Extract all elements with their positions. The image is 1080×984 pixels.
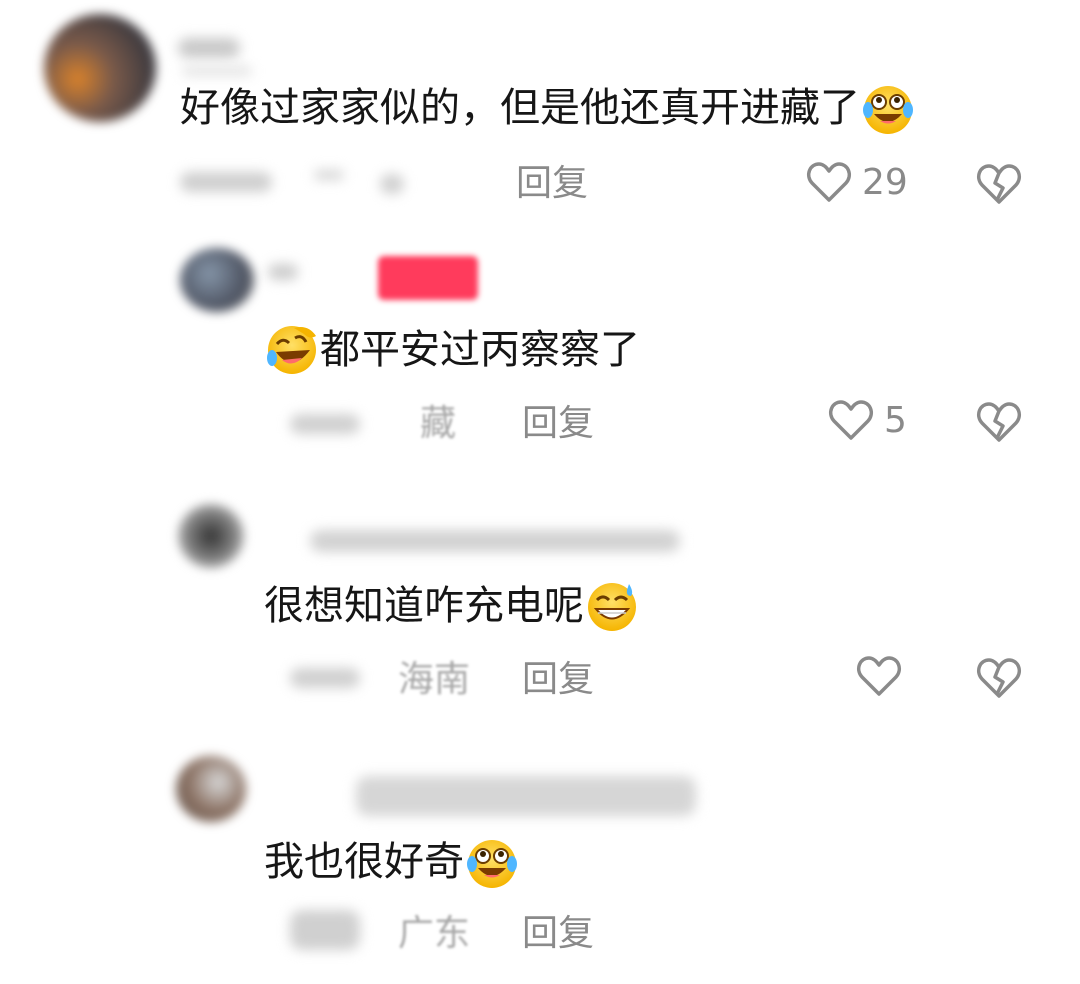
location: 藏 <box>420 403 457 444</box>
comment-text-content: 都平安过丙察察了 <box>320 327 640 373</box>
username[interactable] <box>268 264 298 280</box>
like-button[interactable] <box>856 654 912 698</box>
comment-text-content: 很想知道咋充电呢 <box>264 583 584 629</box>
heart-outline-icon <box>829 400 873 440</box>
heart-outline-icon <box>857 656 901 696</box>
username[interactable] <box>356 776 696 816</box>
post-time <box>290 910 360 950</box>
reply-button[interactable]: 回复 <box>516 162 588 206</box>
grinning-sweat-face-icon <box>588 583 636 631</box>
comment-text-content: 好像过家家似的，但是他还真开进藏了 <box>180 85 860 131</box>
comment-text: 很想知道咋充电呢 <box>264 578 640 634</box>
reply-button[interactable]: 回复 <box>522 912 594 956</box>
post-time <box>290 668 360 688</box>
avatar[interactable] <box>180 248 254 312</box>
location: 海南 <box>398 659 471 700</box>
like-button[interactable]: 5 <box>828 398 907 442</box>
post-time-part <box>380 174 404 194</box>
username[interactable] <box>310 530 680 552</box>
username[interactable] <box>178 38 240 58</box>
avatar[interactable] <box>44 14 156 122</box>
like-button[interactable]: 29 <box>806 160 908 204</box>
like-count: 5 <box>884 399 907 441</box>
username-suffix <box>182 66 252 76</box>
comment-text: 都平安过丙察察了 <box>264 322 640 378</box>
heart-outline-icon <box>807 162 851 202</box>
reply-button[interactable]: 回复 <box>522 402 594 446</box>
comment-text: 我也很好奇 <box>264 834 520 890</box>
location: 广东 <box>398 913 471 954</box>
post-time <box>180 172 272 192</box>
broken-heart-icon[interactable] <box>976 400 1022 444</box>
avatar[interactable] <box>178 504 244 568</box>
comment-text-content: 我也很好奇 <box>264 839 464 885</box>
avatar[interactable] <box>176 756 246 822</box>
post-time <box>290 414 360 434</box>
rolling-laughing-face-icon <box>267 326 316 374</box>
like-count: 29 <box>862 161 908 203</box>
author-badge <box>378 256 478 300</box>
reply-button[interactable]: 回复 <box>522 658 594 702</box>
broken-heart-icon[interactable] <box>976 656 1022 700</box>
comment-text: 好像过家家似的，但是他还真开进藏了 <box>180 80 916 136</box>
crying-laughing-face-icon <box>467 840 517 888</box>
post-time-part <box>314 170 344 180</box>
crying-laughing-face-icon <box>863 86 913 134</box>
broken-heart-icon[interactable] <box>976 162 1022 206</box>
